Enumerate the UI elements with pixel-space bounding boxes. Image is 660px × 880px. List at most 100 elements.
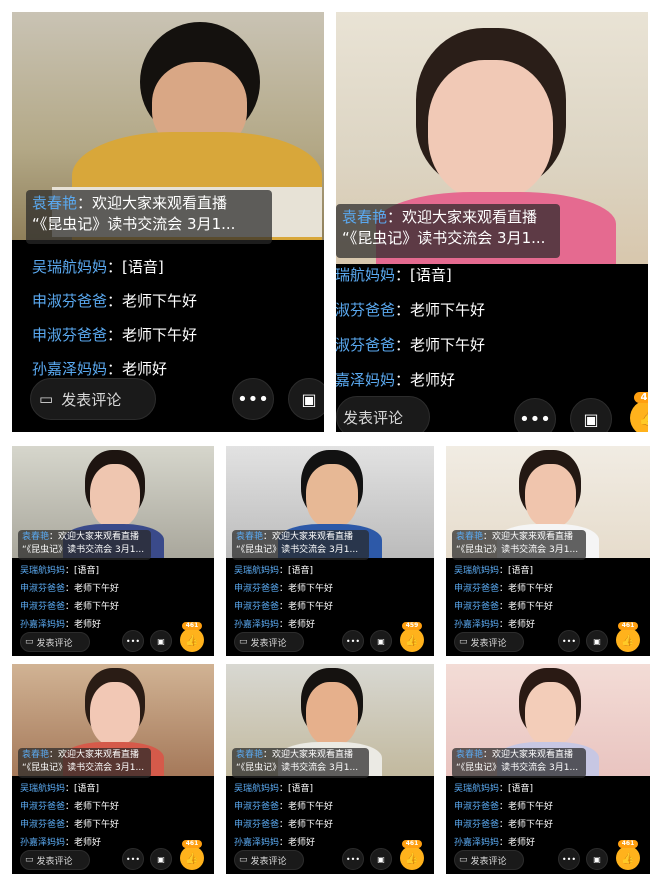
comment-icon: ▭ <box>39 390 54 408</box>
live-panel-5: 袁春艳：欢迎大家来观看直播 “《昆虫记》读书交流会 3月1... 吴瑞航妈妈：[… <box>446 446 650 656</box>
comment-row: 孙嘉泽妈妈：老师好 <box>336 371 456 389</box>
more-icon: ••• <box>561 636 577 646</box>
like-button[interactable]: 👍 <box>616 628 640 652</box>
comment-row: 申淑芬爸爸：老师下午好 <box>234 802 334 812</box>
screen-share-icon: ▣ <box>377 636 385 646</box>
more-button[interactable]: ••• <box>122 630 144 652</box>
screen-share-button[interactable]: ▣ <box>288 378 324 420</box>
like-count: 459 <box>402 622 422 630</box>
comment-row: 吴瑞航妈妈：[语音] <box>336 266 452 284</box>
more-icon: ••• <box>561 854 577 864</box>
screen-share-button[interactable]: ▣ <box>370 848 392 870</box>
more-button[interactable]: ••• <box>342 630 364 652</box>
live-panel-8: 袁春艳：欢迎大家来观看直播 “《昆虫记》读书交流会 3月1... 吴瑞航妈妈：[… <box>446 664 650 874</box>
live-panel-2: 袁春艳：欢迎大家来观看直播 “《昆虫记》读书交流会 3月1... 吴瑞航妈妈：[… <box>336 12 648 432</box>
like-button[interactable]: 👍 <box>180 628 204 652</box>
thumbs-up-icon: 👍 <box>185 851 199 865</box>
live-panel-7: 袁春艳：欢迎大家来观看直播 “《昆虫记》读书交流会 3月1... 吴瑞航妈妈：[… <box>226 664 434 874</box>
screen-share-icon: ▣ <box>377 854 385 864</box>
thumbs-up-icon: 👍 <box>405 851 419 865</box>
thumbs-up-icon: 👍 <box>405 633 419 647</box>
comment-row: 吴瑞航妈妈：[语音] <box>234 784 314 794</box>
comment-list: 吴瑞航妈妈：[语音] 申淑芬爸爸：老师下午好 申淑芬爸爸：老师下午好 孙嘉泽妈妈… <box>336 258 648 398</box>
comment-row: 吴瑞航妈妈：[语音] <box>454 566 534 576</box>
comment-row: 吴瑞航妈妈：[语音] <box>20 784 100 794</box>
more-button[interactable]: ••• <box>558 630 580 652</box>
comment-icon: ▭ <box>239 855 248 865</box>
more-button[interactable]: ••• <box>558 848 580 870</box>
like-count: 461 <box>618 622 638 630</box>
live-panel-6: 袁春艳：欢迎大家来观看直播 “《昆虫记》读书交流会 3月1... 吴瑞航妈妈：[… <box>12 664 214 874</box>
comment-list: 吴瑞航妈妈：[语音] 申淑芬爸爸：老师下午好 申淑芬爸爸：老师下午好 孙嘉泽妈妈… <box>12 250 324 386</box>
comment-row: 申淑芬爸爸：老师下午好 <box>20 584 120 594</box>
post-comment-button[interactable]: ▭ 发表评论 <box>454 632 524 652</box>
more-icon: ••• <box>519 408 551 430</box>
like-count: 4 <box>634 392 648 403</box>
comment-row: 申淑芬爸爸：老师下午好 <box>234 602 334 612</box>
like-button[interactable]: 👍 <box>616 846 640 870</box>
screen-share-button[interactable]: ▣ <box>150 630 172 652</box>
comment-row: 申淑芬爸爸：老师下午好 <box>234 820 334 830</box>
screen-share-button[interactable]: ▣ <box>570 398 612 432</box>
more-icon: ••• <box>125 636 141 646</box>
comment-icon: ▭ <box>239 637 248 647</box>
like-button[interactable]: 👍 <box>630 400 648 432</box>
comment-row: 申淑芬爸爸：老师下午好 <box>454 602 554 612</box>
post-comment-button[interactable]: ▭ 发表评论 <box>234 850 304 870</box>
like-count: 461 <box>402 840 422 848</box>
more-button[interactable]: ••• <box>232 378 274 420</box>
more-icon: ••• <box>237 388 269 410</box>
comment-row: 吴瑞航妈妈：[语音] <box>20 566 100 576</box>
comment-row: 申淑芬爸爸：老师下午好 <box>454 802 554 812</box>
comment-row: 吴瑞航妈妈：[语音] <box>32 258 164 276</box>
host-announcement: 袁春艳：欢迎大家来观看直播 “《昆虫记》读书交流会 3月1... <box>232 748 369 778</box>
post-comment-button[interactable]: ▭ 发表评论 <box>30 378 156 420</box>
comment-row: 申淑芬爸爸：老师下午好 <box>32 292 198 310</box>
thumbs-up-icon: 👍 <box>185 633 199 647</box>
comment-row: 申淑芬爸爸：老师下午好 <box>454 820 554 830</box>
host-announcement: 袁春艳：欢迎大家来观看直播 “《昆虫记》读书交流会 3月1... <box>26 190 272 244</box>
post-comment-button[interactable]: ▭ 发表评论 <box>234 632 304 652</box>
post-comment-button[interactable]: 发表评论 <box>336 396 430 432</box>
comment-row: 申淑芬爸爸：老师下午好 <box>336 301 486 319</box>
host-announcement: 袁春艳：欢迎大家来观看直播 “《昆虫记》读书交流会 3月1... <box>18 748 152 778</box>
screen-share-icon: ▣ <box>583 409 599 429</box>
comment-icon: ▭ <box>459 855 468 865</box>
like-button[interactable]: 👍 <box>180 846 204 870</box>
live-panel-3: 袁春艳：欢迎大家来观看直播 “《昆虫记》读书交流会 3月1... 吴瑞航妈妈：[… <box>12 446 214 656</box>
screen-share-button[interactable]: ▣ <box>370 630 392 652</box>
like-button[interactable]: 👍 <box>400 846 424 870</box>
host-announcement: 袁春艳：欢迎大家来观看直播 “《昆虫记》读书交流会 3月1... <box>18 530 152 560</box>
host-announcement: 袁春艳：欢迎大家来观看直播 “《昆虫记》读书交流会 3月1... <box>336 204 560 258</box>
comment-row: 申淑芬爸爸：老师下午好 <box>336 336 486 354</box>
post-comment-button[interactable]: ▭ 发表评论 <box>454 850 524 870</box>
like-count: 461 <box>182 622 202 630</box>
thumbs-up-icon: 👍 <box>639 409 648 427</box>
live-panel-4: 袁春艳：欢迎大家来观看直播 “《昆虫记》读书交流会 3月1... 吴瑞航妈妈：[… <box>226 446 434 656</box>
post-comment-button[interactable]: ▭ 发表评论 <box>20 850 90 870</box>
more-icon: ••• <box>345 854 361 864</box>
comment-row: 申淑芬爸爸：老师下午好 <box>20 802 120 812</box>
screen-share-icon: ▣ <box>157 854 165 864</box>
more-button[interactable]: ••• <box>342 848 364 870</box>
comment-row: 申淑芬爸爸：老师下午好 <box>234 584 334 594</box>
comment-row: 申淑芬爸爸：老师下午好 <box>32 326 198 344</box>
screen-share-icon: ▣ <box>157 636 165 646</box>
screen-share-icon: ▣ <box>593 854 601 864</box>
more-icon: ••• <box>125 854 141 864</box>
comment-row: 吴瑞航妈妈：[语音] <box>234 566 314 576</box>
screen-share-icon: ▣ <box>301 389 317 409</box>
more-icon: ••• <box>345 636 361 646</box>
like-count: 461 <box>182 840 202 848</box>
post-comment-button[interactable]: ▭ 发表评论 <box>20 632 90 652</box>
comment-row: 吴瑞航妈妈：[语音] <box>454 784 534 794</box>
host-announcement: 袁春艳：欢迎大家来观看直播 “《昆虫记》读书交流会 3月1... <box>452 530 587 560</box>
like-button[interactable]: 👍 <box>400 628 424 652</box>
like-count: 461 <box>618 840 638 848</box>
comment-row: 申淑芬爸爸：老师下午好 <box>454 584 554 594</box>
more-button[interactable]: ••• <box>514 398 556 432</box>
more-button[interactable]: ••• <box>122 848 144 870</box>
screen-share-button[interactable]: ▣ <box>586 848 608 870</box>
screen-share-button[interactable]: ▣ <box>586 630 608 652</box>
screen-share-button[interactable]: ▣ <box>150 848 172 870</box>
